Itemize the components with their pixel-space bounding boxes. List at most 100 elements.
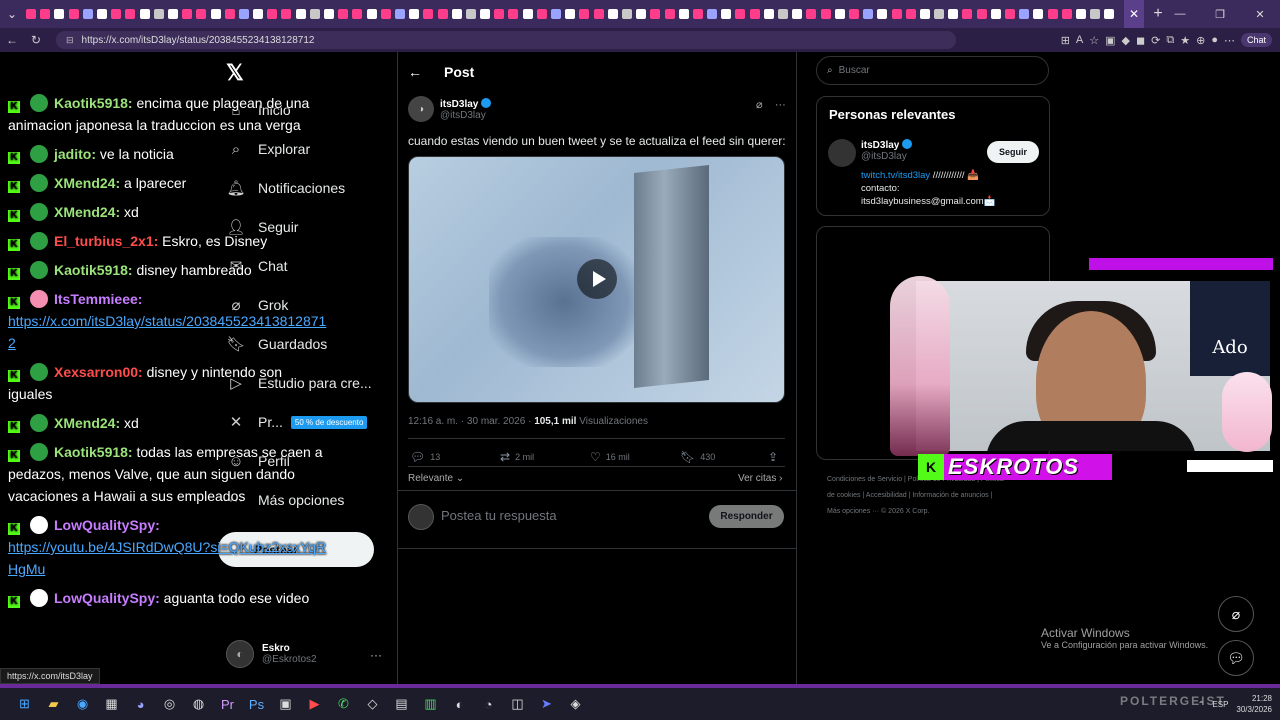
tab-favicon-icon[interactable] <box>535 8 549 20</box>
maximize-icon[interactable]: ❐ <box>1200 0 1240 28</box>
tab-favicon-icon[interactable] <box>52 8 66 20</box>
repost-action[interactable]: ⇄ 2 mil <box>500 450 534 464</box>
tab-favicon-icon[interactable] <box>322 8 336 20</box>
tab-favicon-icon[interactable] <box>308 8 322 20</box>
tab-favicon-icon[interactable] <box>1060 8 1074 20</box>
tab-favicon-icon[interactable] <box>946 8 960 20</box>
tab-favicon-icon[interactable] <box>1088 8 1102 20</box>
app-icon[interactable]: ◈ <box>561 688 590 720</box>
tab-favicon-icon[interactable] <box>1074 8 1088 20</box>
tab-favicon-icon[interactable] <box>932 8 946 20</box>
tab-favicon-icon[interactable] <box>762 8 776 20</box>
tab-favicon-icon[interactable] <box>989 8 1003 20</box>
favorites-icon[interactable]: ★ <box>1180 34 1190 47</box>
post-video[interactable] <box>408 156 785 403</box>
tab-favicon-icon[interactable] <box>450 8 464 20</box>
tab-favicon-icon[interactable] <box>81 8 95 20</box>
bio-link[interactable]: twitch.tv/itsd3lay <box>861 170 930 181</box>
more-icon[interactable]: ⋯ <box>1224 34 1235 47</box>
tab-favicon-icon[interactable] <box>847 8 861 20</box>
tab-favicon-icon[interactable] <box>861 8 875 20</box>
tab-favicon-icon[interactable] <box>620 8 634 20</box>
tab-favicon-icon[interactable] <box>506 8 520 20</box>
tab-favicon-icon[interactable] <box>138 8 152 20</box>
tab-favicon-icon[interactable] <box>577 8 591 20</box>
tab-favicon-icon[interactable] <box>904 8 918 20</box>
tab-favicon-icon[interactable] <box>606 8 620 20</box>
tab-favicon-icon[interactable] <box>38 8 52 20</box>
tab-favicon-icon[interactable] <box>208 8 222 20</box>
tab-favicon-icon[interactable] <box>393 8 407 20</box>
tab-favicon-icon[interactable] <box>549 8 563 20</box>
tab-favicon-icon[interactable] <box>166 8 180 20</box>
tab-favicon-icon[interactable] <box>279 8 293 20</box>
chat-link[interactable]: https://youtu.be/4JSIRdDwQ8U?si=QKuhz2xs… <box>8 539 326 577</box>
tab-favicon-icon[interactable] <box>776 8 790 20</box>
tab-favicon-icon[interactable] <box>592 8 606 20</box>
tab-favicon-icon[interactable] <box>421 8 435 20</box>
like-action[interactable]: ♡ 16 mil <box>590 450 630 464</box>
tab-favicon-icon[interactable] <box>223 8 237 20</box>
tab-favicon-icon[interactable] <box>492 8 506 20</box>
tab-favicon-icon[interactable] <box>790 8 804 20</box>
tab-favicon-icon[interactable] <box>152 8 166 20</box>
refresh-extension-icon[interactable]: ⟳ <box>1151 34 1160 47</box>
person-name[interactable]: itsD3lay <box>861 140 899 151</box>
tab-favicon-icon[interactable] <box>521 8 535 20</box>
youtube-icon[interactable]: ▶ <box>300 688 329 720</box>
read-aloud-icon[interactable]: A <box>1076 34 1083 46</box>
tab-favicon-icon[interactable] <box>1017 8 1031 20</box>
app-icon[interactable]: ▣ <box>271 688 300 720</box>
tab-favicon-icon[interactable] <box>180 8 194 20</box>
site-info-icon[interactable]: ⊟ <box>66 35 74 46</box>
tab-favicon-icon[interactable] <box>237 8 251 20</box>
tab-favicon-icon[interactable] <box>194 8 208 20</box>
close-window-icon[interactable]: ✕ <box>1240 0 1280 28</box>
tab-favicon-icon[interactable] <box>677 8 691 20</box>
collections-icon[interactable]: ⊕ <box>1196 34 1205 47</box>
app-icon[interactable]: ➤ <box>532 688 561 720</box>
extension-icon[interactable]: ◆ <box>1122 34 1130 47</box>
file-explorer-icon[interactable]: ▰ <box>39 688 68 720</box>
tab-favicon-icon[interactable] <box>733 8 747 20</box>
tab-favicon-icon[interactable] <box>464 8 478 20</box>
tab-favicon-icon[interactable] <box>67 8 81 20</box>
tab-favicon-icon[interactable] <box>1031 8 1045 20</box>
tab-favicon-icon[interactable] <box>918 8 932 20</box>
tab-favicon-icon[interactable] <box>960 8 974 20</box>
tab-close-icon[interactable]: ✕ <box>1124 0 1144 28</box>
epic-games-icon[interactable]: ▤ <box>387 688 416 720</box>
back-icon[interactable]: ← <box>0 28 24 52</box>
tab-favicon-icon[interactable] <box>95 8 109 20</box>
extension-icon[interactable]: ◼ <box>1136 34 1145 47</box>
windows-start-icon[interactable]: ⊞ <box>10 688 39 720</box>
tab-favicon-icon[interactable] <box>691 8 705 20</box>
tab-favicon-icon[interactable] <box>889 8 903 20</box>
url-field[interactable]: ⊟ https://x.com/itsD3lay/status/20384552… <box>56 31 956 49</box>
tab-favicon-icon[interactable] <box>251 8 265 20</box>
tab-favicon-icon[interactable] <box>719 8 733 20</box>
tab-favicon-icon[interactable] <box>705 8 719 20</box>
view-quotes-link[interactable]: Ver citas › <box>738 473 782 484</box>
tab-favicon-icon[interactable] <box>819 8 833 20</box>
person-handle[interactable]: @itsD3lay <box>861 151 912 162</box>
clock[interactable]: 21:28 30/3/2026 <box>1236 693 1272 715</box>
tab-favicon-icon[interactable] <box>109 8 123 20</box>
app-icon[interactable]: ◇ <box>358 688 387 720</box>
messages-float-icon[interactable]: 💬︎ <box>1218 640 1254 676</box>
post-more-icon[interactable]: ··· <box>775 99 786 111</box>
tab-favicon-icon[interactable] <box>1102 8 1116 20</box>
share-action[interactable]: ⇪ <box>768 450 783 464</box>
grok-float-icon[interactable]: ⌀ <box>1218 596 1254 632</box>
extension-icon[interactable]: ▣ <box>1105 34 1115 47</box>
play-icon[interactable] <box>577 259 617 299</box>
author-avatar[interactable]: ◑ <box>408 96 434 122</box>
tab-favicon-icon[interactable] <box>435 8 449 20</box>
author-handle[interactable]: @itsD3lay <box>440 110 491 121</box>
tab-favicon-icon[interactable] <box>563 8 577 20</box>
tab-favicon-icon[interactable] <box>294 8 308 20</box>
tab-favicon-icon[interactable] <box>336 8 350 20</box>
copilot-chat-button[interactable]: Chat <box>1240 33 1272 47</box>
tab-favicon-icon[interactable] <box>379 8 393 20</box>
reload-icon[interactable]: ↻ <box>24 28 48 52</box>
